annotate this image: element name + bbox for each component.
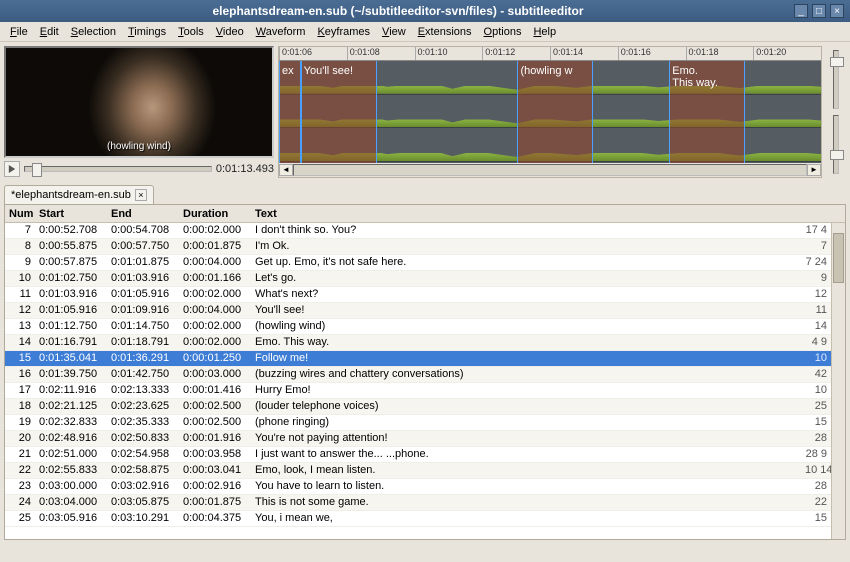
table-row[interactable]: 80:00:55.8750:00:57.7500:00:01.875I'm Ok… (5, 239, 831, 255)
grid-vscroll[interactable] (831, 223, 845, 539)
waveform-clip[interactable]: Emo. This way. (669, 61, 745, 163)
table-row[interactable]: 70:00:52.7080:00:54.7080:00:02.000I don'… (5, 223, 831, 239)
menu-timings[interactable]: Timings (122, 24, 172, 40)
menu-video[interactable]: Video (210, 24, 250, 40)
minimize-button[interactable]: _ (794, 4, 808, 18)
tab-close-button[interactable]: × (135, 189, 147, 201)
titlebar: elephantsdream-en.sub (~/subtitleeditor-… (0, 0, 850, 22)
table-row[interactable]: 250:03:05.9160:03:10.2910:00:04.375You, … (5, 511, 831, 527)
menu-file[interactable]: File (4, 24, 34, 40)
maximize-button[interactable]: □ (812, 4, 826, 18)
scroll-left-button[interactable]: ◄ (279, 164, 293, 176)
document-tabbar: *elephantsdream-en.sub × (0, 182, 850, 204)
grid-header[interactable]: Num Start End Duration Text (5, 205, 845, 223)
menubar: FileEditSelectionTimingsToolsVideoWavefo… (0, 22, 850, 42)
table-row[interactable]: 190:02:32.8330:02:35.3330:00:02.500(phon… (5, 415, 831, 431)
scale-slider[interactable] (833, 115, 839, 174)
table-row[interactable]: 140:01:16.7910:01:18.7910:00:02.000Emo. … (5, 335, 831, 351)
menu-view[interactable]: View (376, 24, 412, 40)
table-row[interactable]: 150:01:35.0410:01:36.2910:00:01.250Follo… (5, 351, 831, 367)
scrollbar-thumb[interactable] (833, 233, 844, 283)
menu-selection[interactable]: Selection (65, 24, 122, 40)
table-row[interactable]: 120:01:05.9160:01:09.9160:00:04.000You'l… (5, 303, 831, 319)
video-panel: (howling wind) 0:01:13.493 (4, 46, 274, 178)
waveform-clip[interactable]: You'll see! (301, 61, 377, 163)
video-preview[interactable]: (howling wind) (4, 46, 274, 158)
table-row[interactable]: 210:02:51.0000:02:54.9580:00:03.958I jus… (5, 447, 831, 463)
table-row[interactable]: 170:02:11.9160:02:13.3330:00:01.416Hurry… (5, 383, 831, 399)
menu-edit[interactable]: Edit (34, 24, 65, 40)
play-icon (8, 165, 16, 173)
waveform-clip[interactable]: ex (279, 61, 301, 163)
table-row[interactable]: 160:01:39.7500:01:42.7500:00:03.000(buzz… (5, 367, 831, 383)
menu-help[interactable]: Help (527, 24, 562, 40)
menu-tools[interactable]: Tools (172, 24, 210, 40)
waveform-hscroll[interactable]: ◄ ► (279, 163, 821, 177)
menu-keyframes[interactable]: Keyframes (311, 24, 376, 40)
col-num[interactable]: Num (5, 207, 35, 221)
col-text[interactable]: Text (251, 207, 815, 221)
table-row[interactable]: 100:01:02.7500:01:03.9160:00:01.166Let's… (5, 271, 831, 287)
scroll-right-button[interactable]: ► (807, 164, 821, 176)
col-start[interactable]: Start (35, 207, 107, 221)
table-row[interactable]: 110:01:03.9160:01:05.9160:00:02.000What'… (5, 287, 831, 303)
menu-extensions[interactable]: Extensions (412, 24, 478, 40)
zoom-slider[interactable] (833, 50, 839, 109)
waveform-clip[interactable]: (howling w (517, 61, 593, 163)
table-row[interactable]: 180:02:21.1250:02:23.6250:00:02.500(loud… (5, 399, 831, 415)
table-row[interactable]: 200:02:48.9160:02:50.8330:00:01.916You'r… (5, 431, 831, 447)
window-title: elephantsdream-en.sub (~/subtitleeditor-… (6, 4, 790, 18)
menu-options[interactable]: Options (478, 24, 528, 40)
video-caption: (howling wind) (6, 141, 272, 152)
table-row[interactable]: 240:03:04.0000:03:05.8750:00:01.875This … (5, 495, 831, 511)
col-end[interactable]: End (107, 207, 179, 221)
tab-label: *elephantsdream-en.sub (11, 189, 131, 201)
waveform-panel: 0:01:060:01:080:01:100:01:120:01:140:01:… (278, 46, 822, 178)
table-row[interactable]: 220:02:55.8330:02:58.8750:00:03.041Emo, … (5, 463, 831, 479)
seek-thumb[interactable] (32, 163, 42, 177)
timecode: 0:01:13.493 (216, 163, 274, 175)
video-still (6, 48, 272, 156)
table-row[interactable]: 130:01:12.7500:01:14.7500:00:02.000(howl… (5, 319, 831, 335)
col-duration[interactable]: Duration (179, 207, 251, 221)
seek-slider[interactable] (24, 166, 212, 172)
waveform-side-sliders (826, 46, 846, 178)
subtitle-grid: Num Start End Duration Text 70:00:52.708… (4, 204, 846, 540)
menu-waveform[interactable]: Waveform (250, 24, 312, 40)
play-button[interactable] (4, 161, 20, 177)
table-row[interactable]: 90:00:57.8750:01:01.8750:00:04.000Get up… (5, 255, 831, 271)
waveform-body[interactable]: exYou'll see! (howling w Emo. This way. (279, 61, 821, 163)
document-tab[interactable]: *elephantsdream-en.sub × (4, 185, 154, 204)
close-button[interactable]: × (830, 4, 844, 18)
waveform-ruler[interactable]: 0:01:060:01:080:01:100:01:120:01:140:01:… (279, 47, 821, 61)
grid-body[interactable]: 70:00:52.7080:00:54.7080:00:02.000I don'… (5, 223, 831, 539)
table-row[interactable]: 230:03:00.0000:03:02.9160:00:02.916You h… (5, 479, 831, 495)
